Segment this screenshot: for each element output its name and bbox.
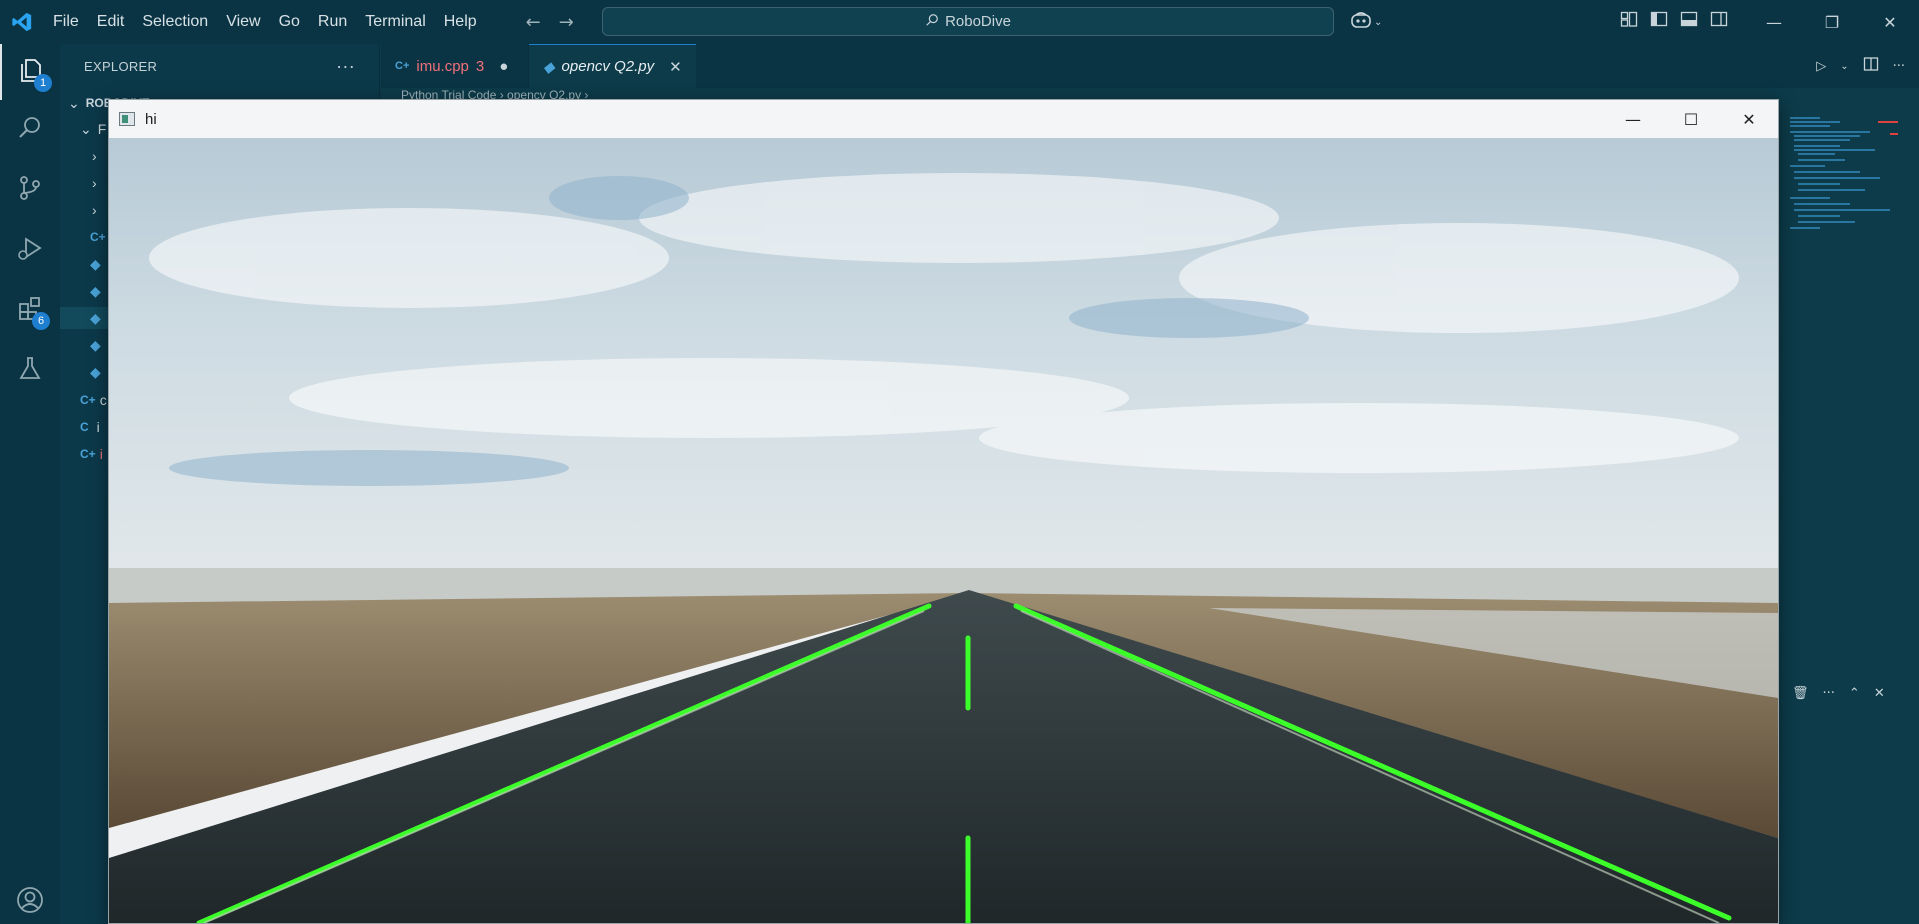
nav-arrows: ← → xyxy=(526,12,574,33)
source-control-icon xyxy=(16,174,44,206)
split-editor-icon[interactable] xyxy=(1863,56,1879,76)
cpp-file-icon: C+ xyxy=(395,60,410,72)
c-file-icon: C xyxy=(80,420,89,434)
more-actions-icon[interactable]: ··· xyxy=(1823,686,1835,701)
opencv-window-titlebar[interactable]: hi — ☐ ✕ xyxy=(109,100,1778,138)
opencv-window[interactable]: hi — ☐ ✕ xyxy=(108,99,1779,924)
menu-terminal[interactable]: Terminal xyxy=(356,13,434,31)
activity-source-control[interactable] xyxy=(0,162,60,218)
more-actions-icon[interactable]: ··· xyxy=(336,56,355,77)
command-center-text: RoboDive xyxy=(945,13,1011,30)
tree-folder-label: F xyxy=(97,121,107,137)
activity-accounts[interactable] xyxy=(0,874,60,924)
python-file-icon: ◆ xyxy=(90,363,101,380)
explorer-title: EXPLORER xyxy=(84,58,158,74)
cpp-file-icon: C+ xyxy=(80,447,96,461)
chevron-down-icon: ⌄ xyxy=(80,120,92,137)
search-icon xyxy=(925,13,939,31)
tree-file-label: i xyxy=(99,446,103,462)
tab-imu-cpp[interactable]: C+ imu.cpp 3 ● xyxy=(381,44,529,88)
tree-file-label: c xyxy=(99,392,107,408)
beaker-icon xyxy=(16,354,44,386)
account-icon xyxy=(15,885,45,919)
python-file-icon: ◆ xyxy=(90,336,101,353)
explorer-badge: 1 xyxy=(34,74,52,92)
trash-icon[interactable]: 🗑 xyxy=(1792,686,1809,701)
menu-selection[interactable]: Selection xyxy=(133,13,217,31)
minimize-icon[interactable]: — xyxy=(1604,100,1662,138)
activity-extensions[interactable]: 6 xyxy=(0,282,60,338)
copilot-button[interactable]: ⌄ xyxy=(1350,10,1390,34)
menu-run[interactable]: Run xyxy=(309,13,356,31)
chevron-down-icon: ⌄ xyxy=(68,94,80,111)
toggle-primary-sidebar-icon[interactable] xyxy=(1650,10,1668,32)
activity-bar: 1 6 xyxy=(0,44,60,924)
python-file-icon: ◆ xyxy=(90,255,101,272)
menu-bar: File Edit Selection View Go Run Terminal… xyxy=(44,0,486,44)
editor-tabs: C+ imu.cpp 3 ● ◆ opencv Q2.py ✕ ▷ ⌄ ··· xyxy=(381,44,1919,88)
more-actions-icon[interactable]: ··· xyxy=(1893,59,1905,74)
problems-count: 3 xyxy=(475,57,485,75)
activity-explorer[interactable]: 1 xyxy=(0,44,60,100)
chevron-right-icon: › xyxy=(92,202,97,218)
menu-help[interactable]: Help xyxy=(435,13,486,31)
maximize-icon[interactable]: ☐ xyxy=(1662,100,1720,138)
opencv-window-title: hi xyxy=(145,110,157,128)
run-debug-icon xyxy=(16,234,44,266)
chevron-down-icon: ⌄ xyxy=(1374,16,1383,28)
menu-edit[interactable]: Edit xyxy=(88,13,134,31)
title-bar: File Edit Selection View Go Run Terminal… xyxy=(0,0,1919,44)
panel-toolbar: 🗑 ··· ⌃ ✕ xyxy=(1780,676,1919,710)
cpp-file-icon: C+ xyxy=(80,393,96,407)
opencv-window-controls: — ☐ ✕ xyxy=(1604,100,1778,138)
window-controls: — ❐ ✕ xyxy=(1745,0,1919,44)
menu-go[interactable]: Go xyxy=(270,13,309,31)
extensions-badge: 6 xyxy=(32,312,50,330)
toggle-secondary-sidebar-icon[interactable] xyxy=(1710,10,1728,32)
modified-dot-icon[interactable]: ● xyxy=(499,58,508,75)
layout-controls xyxy=(1620,10,1728,32)
menu-file[interactable]: File xyxy=(44,13,88,31)
toggle-panel-icon[interactable] xyxy=(1680,10,1698,32)
activity-search[interactable] xyxy=(0,102,60,158)
command-center-search[interactable]: RoboDive xyxy=(602,7,1334,36)
tab-label: opencv Q2.py xyxy=(561,58,655,75)
search-icon xyxy=(16,114,44,146)
activity-testing[interactable] xyxy=(0,342,60,398)
restore-icon[interactable]: ❐ xyxy=(1803,0,1861,44)
close-icon[interactable]: ✕ xyxy=(1720,100,1778,138)
chevron-right-icon: › xyxy=(92,148,97,164)
python-file-icon: ◆ xyxy=(543,58,555,76)
explorer-header: EXPLORER ··· xyxy=(60,44,379,88)
activity-run-debug[interactable] xyxy=(0,222,60,278)
lane-detection-image xyxy=(109,138,1778,923)
tab-opencv-q2[interactable]: ◆ opencv Q2.py ✕ xyxy=(529,44,696,88)
tree-file-label: i xyxy=(96,419,100,435)
close-icon[interactable]: ✕ xyxy=(1861,0,1919,44)
customize-layout-icon[interactable] xyxy=(1620,10,1638,32)
tab-label: imu.cpp xyxy=(416,57,469,75)
run-icon[interactable]: ▷ xyxy=(1816,59,1826,74)
minimap[interactable] xyxy=(1780,110,1900,670)
app-icon xyxy=(119,112,135,126)
arrow-left-icon[interactable]: ← xyxy=(526,12,541,33)
chevron-right-icon: › xyxy=(92,175,97,191)
copilot-icon xyxy=(1350,11,1372,33)
chevron-down-icon[interactable]: ⌄ xyxy=(1840,61,1848,72)
python-file-icon: ◆ xyxy=(90,282,101,299)
close-icon[interactable]: ✕ xyxy=(1874,686,1885,701)
minimize-icon[interactable]: — xyxy=(1745,0,1803,44)
python-file-icon: ◆ xyxy=(90,309,101,326)
editor-actions: ▷ ⌄ ··· xyxy=(1816,44,1905,88)
vscode-logo-icon xyxy=(0,0,44,44)
chevron-up-icon[interactable]: ⌃ xyxy=(1849,686,1860,701)
close-icon[interactable]: ✕ xyxy=(669,58,682,76)
arrow-right-icon[interactable]: → xyxy=(559,12,574,33)
menu-view[interactable]: View xyxy=(217,13,269,31)
cpp-file-icon: C+ xyxy=(90,230,106,244)
